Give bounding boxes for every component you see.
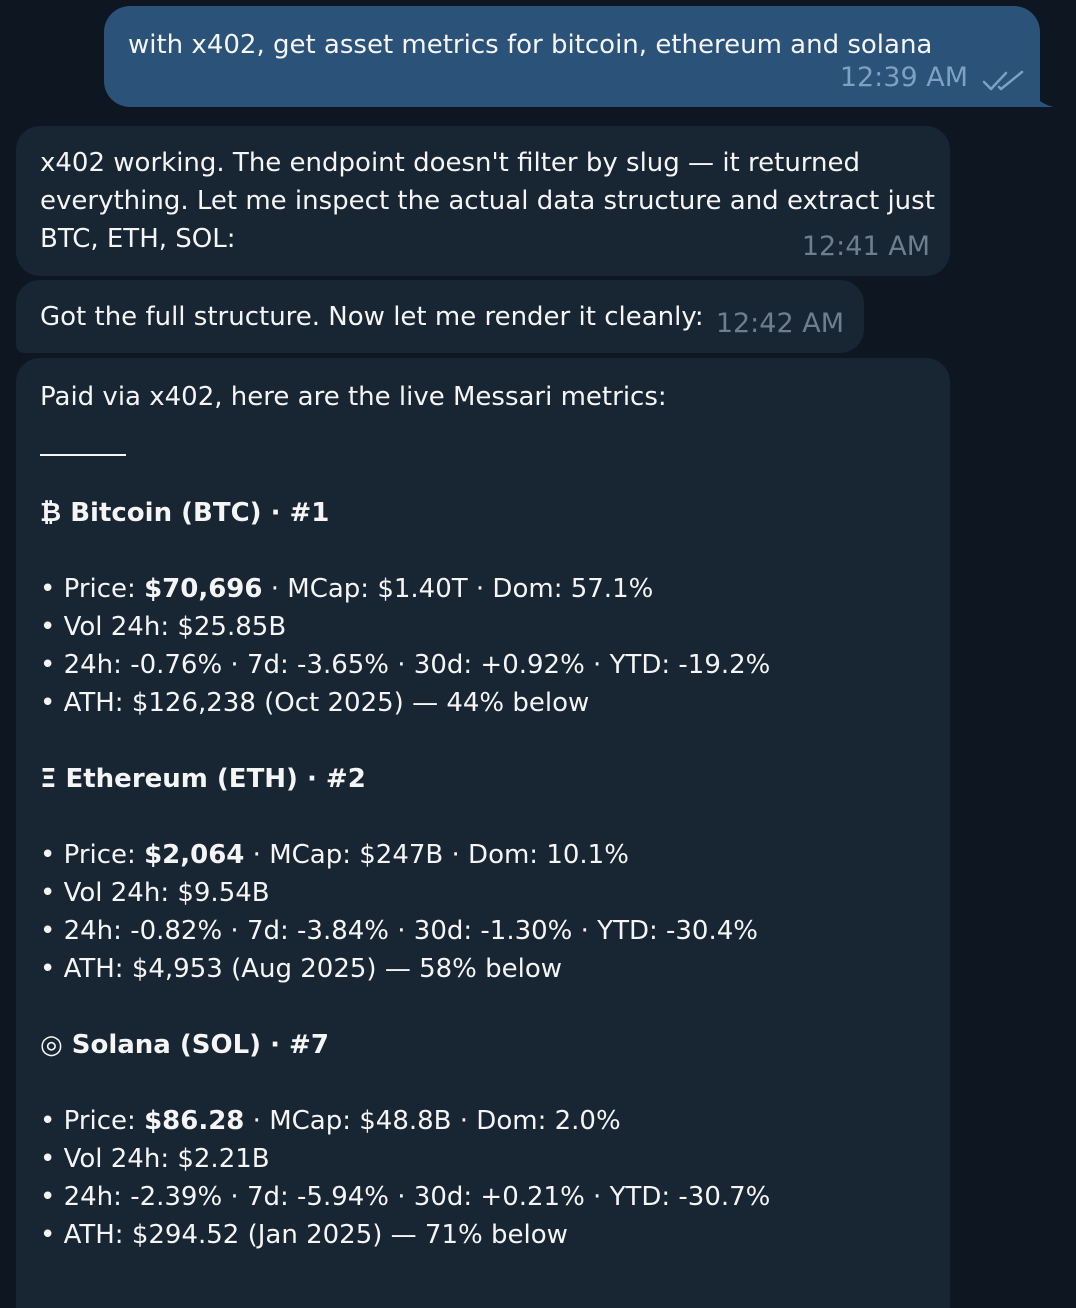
asset-section-sol: ◎ Solana (SOL) · #7 • Price: $86.28 · MC… — [40, 1026, 926, 1254]
message-time: 12:42 AM — [715, 308, 844, 339]
chat-area: with x402, get asset metrics for bitcoin… — [0, 0, 1076, 1308]
ath-line: • ATH: $294.52 (Jan 2025) — 71% below — [40, 1220, 568, 1250]
message-line: BTC, ETH, SOL: — [40, 224, 236, 254]
asset-title: Ξ Ethereum (ETH) · #2 — [40, 764, 366, 794]
incoming-message[interactable]: Got the full structure. Now let me rende… — [16, 280, 864, 353]
asset-section-btc: ₿ Bitcoin (BTC) · #1 • Price: $70,696 · … — [40, 494, 926, 722]
asset-section-eth: Ξ Ethereum (ETH) · #2 • Price: $2,064 · … — [40, 760, 926, 988]
price-rest: · MCap: $247B · Dom: 10.1% — [244, 840, 629, 870]
outgoing-message[interactable]: with x402, get asset metrics for bitcoin… — [104, 6, 1040, 107]
changes-line: • 24h: -0.82% · 7d: -3.84% · 30d: -1.30%… — [40, 916, 758, 946]
bubble-tail — [1030, 82, 1054, 107]
volume-line: • Vol 24h: $9.54B — [40, 878, 270, 908]
message-line: everything. Let me inspect the actual da… — [40, 186, 935, 216]
price-value: $70,696 — [144, 574, 263, 604]
divider — [40, 454, 126, 456]
metrics-report-message[interactable]: Paid via x402, here are the live Messari… — [16, 358, 950, 1308]
message-line: x402 working. The endpoint doesn't filte… — [40, 148, 861, 178]
changes-line: • 24h: -0.76% · 7d: -3.65% · 30d: +0.92%… — [40, 650, 771, 680]
volume-line: • Vol 24h: $2.21B — [40, 1144, 270, 1174]
message-time: 12:41 AM — [801, 231, 930, 262]
price-line: • Price: $86.28 · MCap: $48.8B · Dom: 2.… — [40, 1102, 926, 1140]
double-check-icon — [982, 70, 1024, 91]
report-intro: Paid via x402, here are the live Messari… — [40, 382, 667, 412]
ath-line: • ATH: $126,238 (Oct 2025) — 44% below — [40, 688, 590, 718]
price-label: • Price: — [40, 840, 145, 870]
price-line: • Price: $2,064 · MCap: $247B · Dom: 10.… — [40, 836, 926, 874]
changes-line: • 24h: -2.39% · 7d: -5.94% · 30d: +0.21%… — [40, 1182, 771, 1212]
asset-title: ◎ Solana (SOL) · #7 — [40, 1030, 329, 1060]
price-rest: · MCap: $48.8B · Dom: 2.0% — [244, 1106, 621, 1136]
asset-title: ₿ Bitcoin (BTC) · #1 — [40, 498, 330, 528]
price-rest: · MCap: $1.40T · Dom: 57.1% — [262, 574, 654, 604]
price-value: $86.28 — [144, 1106, 245, 1136]
price-value: $2,064 — [144, 840, 245, 870]
incoming-message[interactable]: x402 working. The endpoint doesn't filte… — [16, 126, 950, 276]
price-label: • Price: — [40, 574, 145, 604]
message-time: 12:39 AM — [839, 62, 968, 93]
ath-line: • ATH: $4,953 (Aug 2025) — 58% below — [40, 954, 563, 984]
price-line: • Price: $70,696 · MCap: $1.40T · Dom: 5… — [40, 570, 926, 608]
volume-line: • Vol 24h: $25.85B — [40, 612, 287, 642]
price-label: • Price: — [40, 1106, 145, 1136]
